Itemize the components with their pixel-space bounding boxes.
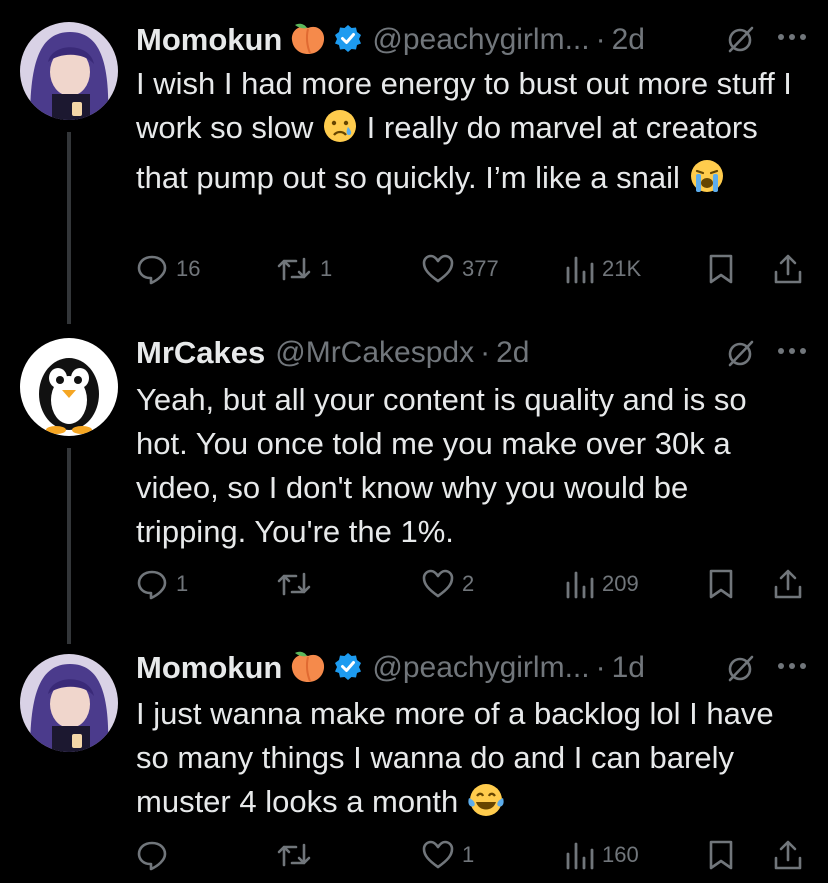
timestamp[interactable]: 1d [612, 651, 645, 685]
views-button[interactable]: 209 [564, 567, 639, 601]
retweet-count: 1 [320, 256, 333, 281]
separator-dot: · [480, 336, 491, 369]
display-name[interactable]: Momokun [136, 22, 282, 58]
display-name[interactable]: Momokun [136, 650, 282, 686]
views-button[interactable]: 160 [564, 838, 639, 872]
avatar-mrcakes[interactable] [20, 338, 118, 436]
handle[interactable]: @peachygirlm... [372, 651, 589, 685]
views-count: 209 [602, 571, 639, 596]
separator-dot: · [595, 23, 606, 56]
peach-emoji-icon [290, 649, 326, 688]
like-button[interactable]: 1 [422, 838, 474, 872]
tweet-text-content: I just wanna make more of a backlog lol … [136, 696, 774, 819]
views-button[interactable]: 21K [564, 252, 641, 286]
reply-icon [137, 255, 167, 285]
reply-icon [137, 841, 167, 871]
reply-count: 16 [176, 256, 201, 281]
heart-icon [422, 569, 454, 598]
reply-button[interactable]: 1 [136, 567, 188, 601]
bookmark-icon [709, 840, 733, 870]
bookmark-button[interactable] [708, 567, 734, 601]
tweet-text: I wish I had more energy to bust out mor… [136, 62, 806, 206]
heart-icon [422, 254, 454, 283]
like-count: 2 [462, 571, 475, 596]
like-count: 377 [462, 256, 499, 281]
crying-face-emoji-icon [322, 108, 358, 156]
views-icon [566, 571, 594, 599]
action-bar: 1 2 209 [136, 567, 812, 601]
share-button[interactable] [772, 252, 804, 286]
retweet-icon [277, 257, 311, 281]
grok-icon[interactable] [726, 653, 756, 688]
thread-line [67, 448, 71, 644]
bookmark-icon [709, 569, 733, 599]
retweet-button[interactable]: 1 [276, 252, 332, 286]
avatar-momokun[interactable] [20, 654, 118, 752]
bookmark-button[interactable] [708, 838, 734, 872]
tweet-header: Momokun @peachygirlm... · 2d [136, 20, 645, 60]
share-button[interactable] [772, 838, 804, 872]
timestamp[interactable]: 2d [496, 336, 529, 370]
retweet-icon [277, 572, 311, 596]
share-icon [774, 254, 802, 284]
action-bar: 1 160 [136, 838, 812, 872]
tweet-header: MrCakes @MrCakespdx · 2d [136, 333, 529, 373]
reply-count: 1 [176, 571, 189, 596]
like-button[interactable]: 377 [422, 252, 499, 286]
grok-icon[interactable] [726, 24, 756, 59]
like-count: 1 [462, 842, 475, 867]
separator-dot: · [595, 651, 606, 684]
retweet-button[interactable] [276, 567, 320, 601]
reply-button[interactable]: 16 [136, 252, 200, 286]
more-options-icon[interactable] [776, 344, 808, 362]
share-button[interactable] [772, 567, 804, 601]
bookmark-icon [709, 254, 733, 284]
views-icon [566, 842, 594, 870]
handle[interactable]: @MrCakespdx [275, 336, 474, 370]
handle[interactable]: @peachygirlm... [372, 23, 589, 57]
avatar-momokun[interactable] [20, 22, 118, 120]
loudly-crying-face-emoji-icon [689, 158, 725, 206]
views-count: 160 [602, 842, 639, 867]
thread-line [67, 132, 71, 324]
heart-icon [422, 840, 454, 869]
bookmark-button[interactable] [708, 252, 734, 286]
views-icon [566, 256, 594, 284]
reply-button[interactable] [136, 838, 176, 872]
share-icon [774, 569, 802, 599]
verified-badge-icon[interactable] [334, 24, 362, 57]
reply-icon [137, 570, 167, 600]
more-options-icon[interactable] [776, 30, 808, 48]
display-name[interactable]: MrCakes [136, 335, 265, 371]
retweet-button[interactable] [276, 838, 320, 872]
timestamp[interactable]: 2d [612, 23, 645, 57]
views-count: 21K [602, 256, 642, 281]
peach-emoji-icon [290, 21, 326, 60]
tears-of-joy-emoji-icon [467, 782, 505, 830]
tweet-text: I just wanna make more of a backlog lol … [136, 692, 806, 830]
tweet-text: Yeah, but all your content is quality an… [136, 382, 747, 549]
like-button[interactable]: 2 [422, 567, 474, 601]
action-bar: 16 1 377 21K [136, 252, 812, 286]
retweet-icon [277, 843, 311, 867]
grok-icon[interactable] [726, 338, 756, 373]
tweet-header: Momokun @peachygirlm... · 1d [136, 648, 645, 688]
more-options-icon[interactable] [776, 659, 808, 677]
verified-badge-icon[interactable] [334, 652, 362, 685]
share-icon [774, 840, 802, 870]
